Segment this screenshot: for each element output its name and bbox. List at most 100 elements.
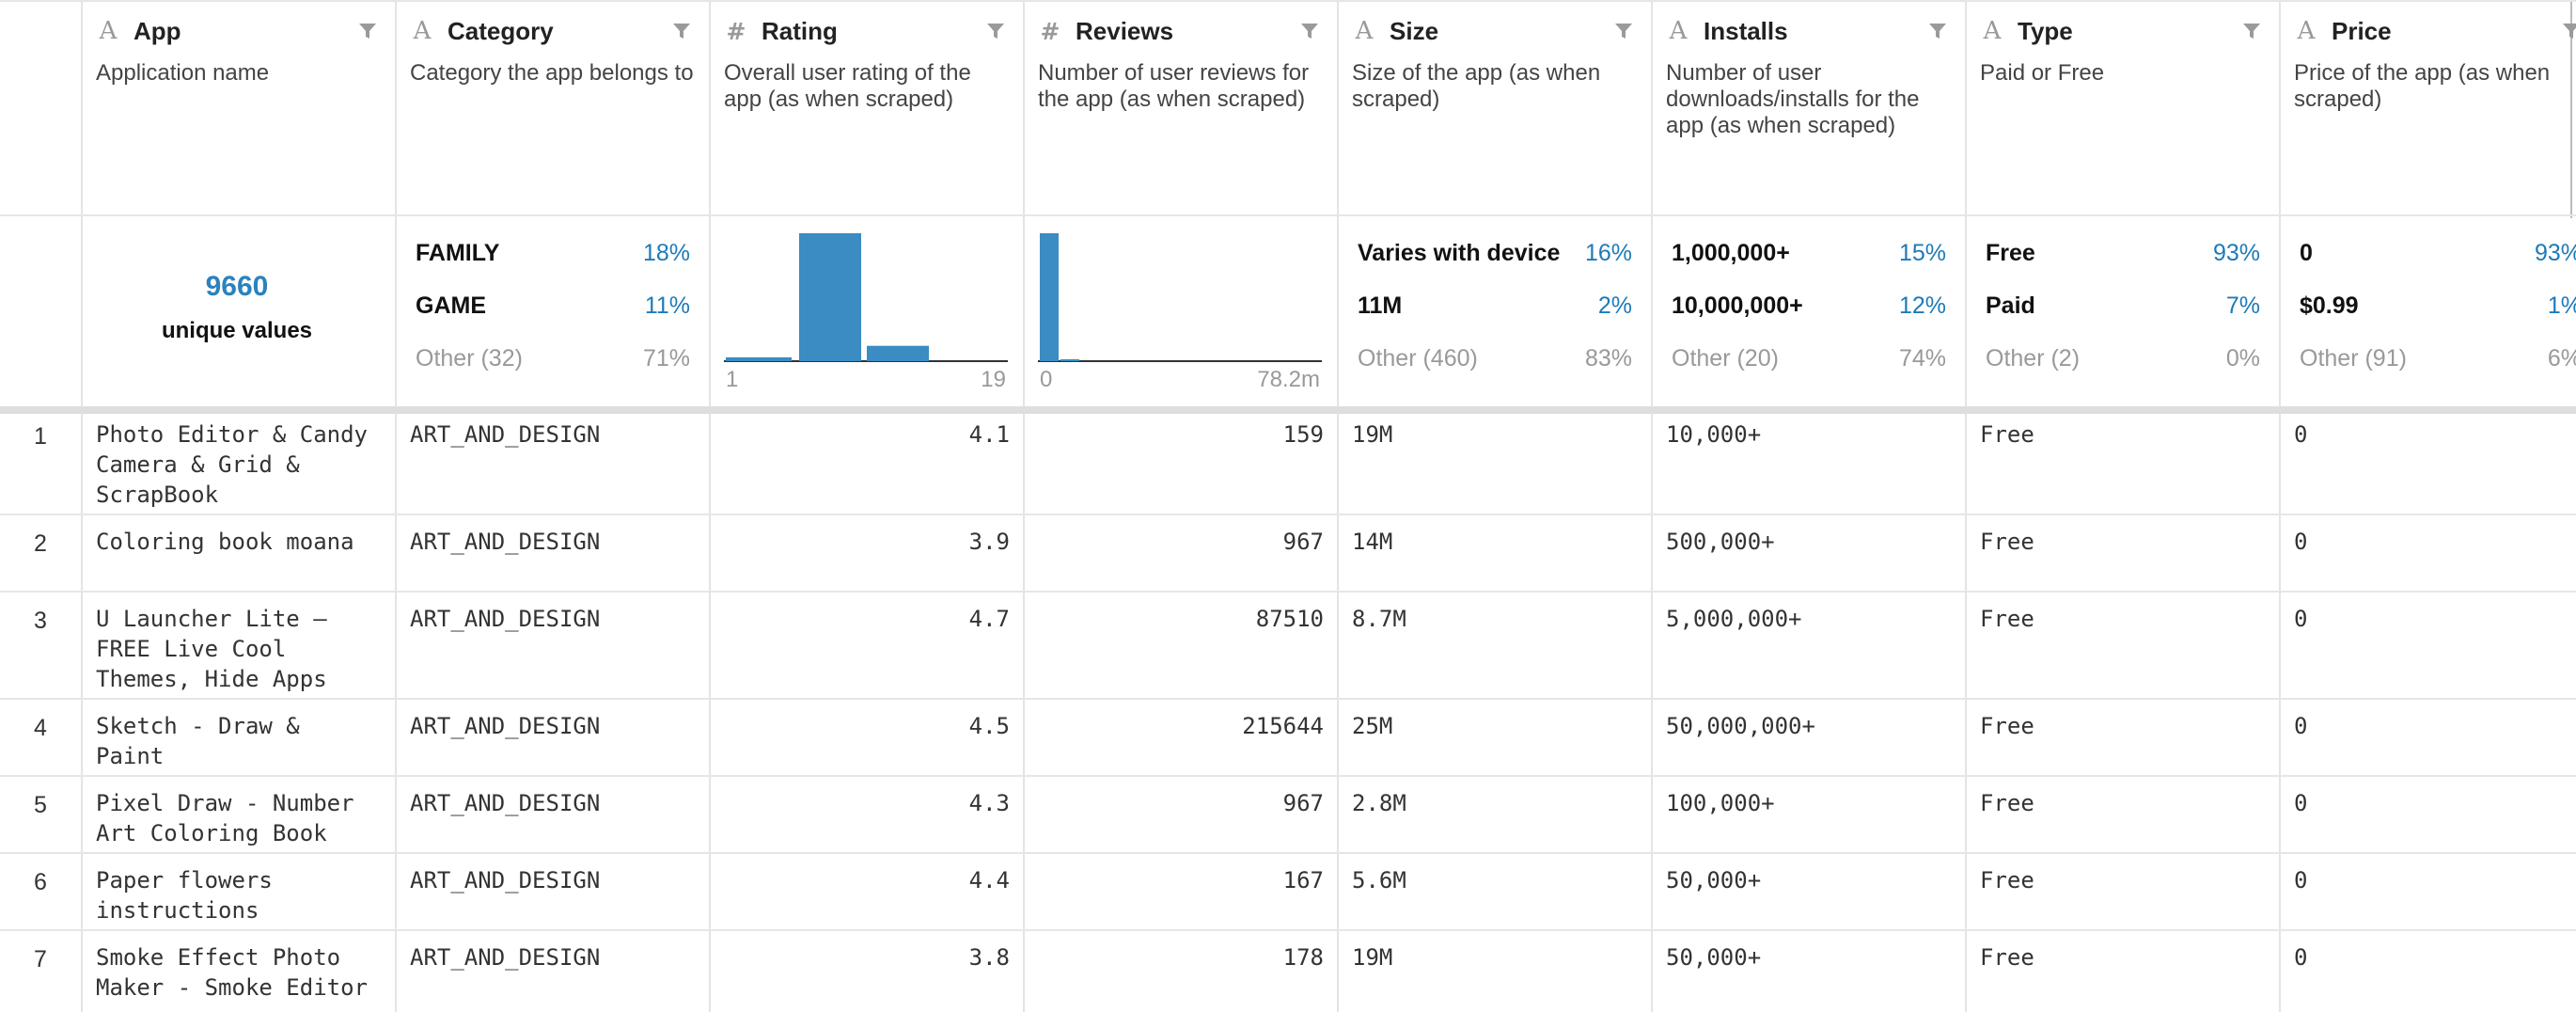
column-header-app[interactable]: A App — [96, 15, 181, 47]
cell-category[interactable]: ART_AND_DESIGN — [410, 527, 696, 557]
column-header-category[interactable]: A Category — [410, 15, 554, 47]
filter-icon[interactable] — [2561, 21, 2576, 41]
cell-reviews[interactable]: 967 — [1038, 527, 1324, 557]
cell-size[interactable]: 2.8M — [1352, 788, 1638, 818]
cell-price[interactable]: 0 — [2294, 788, 2576, 818]
cell-installs[interactable]: 5,000,000+ — [1666, 604, 1952, 634]
column-header-price[interactable]: A Price — [2294, 15, 2392, 47]
price-summary-item[interactable]: $0.99 1% — [2300, 292, 2576, 320]
text-type-icon: A — [1983, 17, 2002, 45]
cell-rating[interactable]: 4.1 — [724, 419, 1010, 450]
cell-type[interactable]: Free — [1980, 788, 2266, 818]
cell-size[interactable]: 5.6M — [1352, 865, 1638, 895]
row-number: 7 — [34, 946, 47, 972]
cell-app[interactable]: Paper flowers instructions — [96, 865, 369, 925]
column-name: Price — [2332, 16, 2392, 45]
cell-type[interactable]: Free — [1980, 527, 2266, 557]
cell-rating[interactable]: 4.4 — [724, 865, 1010, 895]
category-summary-item[interactable]: FAMILY 18% — [416, 239, 690, 267]
cell-price[interactable]: 0 — [2294, 865, 2576, 895]
cell-reviews[interactable]: 167 — [1038, 865, 1324, 895]
rating-histogram[interactable] — [724, 226, 1008, 367]
price-summary-item[interactable]: 0 93% — [2300, 239, 2576, 267]
type-summary-item[interactable]: Paid 7% — [1986, 292, 2260, 320]
column-header-installs[interactable]: A Installs — [1666, 15, 1788, 47]
cell-type[interactable]: Free — [1980, 604, 2266, 634]
cell-installs[interactable]: 100,000+ — [1666, 788, 1952, 818]
cell-app[interactable]: Smoke Effect Photo Maker - Smoke Editor — [96, 942, 369, 1003]
cell-category[interactable]: ART_AND_DESIGN — [410, 942, 696, 972]
column-header-rating[interactable]: # Rating — [724, 15, 838, 47]
cell-type[interactable]: Free — [1980, 865, 2266, 895]
filter-icon[interactable] — [1299, 21, 1320, 41]
type-summary-item[interactable]: Free 93% — [1986, 239, 2260, 267]
cell-reviews[interactable]: 87510 — [1038, 604, 1324, 634]
cell-price[interactable]: 0 — [2294, 527, 2576, 557]
cell-size[interactable]: 19M — [1352, 419, 1638, 450]
size-summary-item[interactable]: Varies with device 16% — [1358, 239, 1632, 267]
cell-reviews[interactable]: 967 — [1038, 788, 1324, 818]
cell-app[interactable]: Photo Editor & Candy Camera & Grid & Scr… — [96, 419, 369, 510]
cell-app[interactable]: Sketch - Draw & Paint — [96, 711, 369, 771]
summary-key: Other (460) — [1358, 344, 1478, 372]
cell-rating[interactable]: 4.5 — [724, 711, 1010, 741]
installs-summary-item[interactable]: 1,000,000+ 15% — [1672, 239, 1946, 267]
cell-installs[interactable]: 50,000,000+ — [1666, 711, 1952, 741]
reviews-histogram[interactable] — [1038, 226, 1322, 367]
cell-price[interactable]: 0 — [2294, 604, 2576, 634]
cell-reviews[interactable]: 178 — [1038, 942, 1324, 972]
cell-app[interactable]: Pixel Draw - Number Art Coloring Book — [96, 788, 369, 848]
cell-price[interactable]: 0 — [2294, 942, 2576, 972]
cell-reviews[interactable]: 159 — [1038, 419, 1324, 450]
cell-price[interactable]: 0 — [2294, 711, 2576, 741]
cell-app[interactable]: Coloring book moana — [96, 527, 369, 557]
column-divider — [81, 0, 83, 1012]
cell-category[interactable]: ART_AND_DESIGN — [410, 865, 696, 895]
cell-category[interactable]: ART_AND_DESIGN — [410, 419, 696, 450]
numeric-type-icon: # — [1040, 17, 1060, 45]
cell-installs[interactable]: 500,000+ — [1666, 527, 1952, 557]
filter-icon[interactable] — [2241, 21, 2262, 41]
cell-category[interactable]: ART_AND_DESIGN — [410, 604, 696, 634]
column-header-reviews[interactable]: # Reviews — [1038, 15, 1174, 47]
category-summary-item[interactable]: Other (32) 71% — [416, 344, 690, 372]
size-summary-item[interactable]: 11M 2% — [1358, 292, 1632, 320]
cell-type[interactable]: Free — [1980, 711, 2266, 741]
installs-summary-item[interactable]: Other (20) 74% — [1672, 344, 1946, 372]
column-header-size[interactable]: A Size — [1352, 15, 1438, 47]
cell-installs[interactable]: 50,000+ — [1666, 942, 1952, 972]
cell-rating[interactable]: 4.7 — [724, 604, 1010, 634]
cell-size[interactable]: 25M — [1352, 711, 1638, 741]
type-summary-item[interactable]: Other (2) 0% — [1986, 344, 2260, 372]
cell-rating[interactable]: 3.9 — [724, 527, 1010, 557]
cell-category[interactable]: ART_AND_DESIGN — [410, 711, 696, 741]
filter-icon[interactable] — [1613, 21, 1634, 41]
cell-size[interactable]: 8.7M — [1352, 604, 1638, 634]
cell-price[interactable]: 0 — [2294, 419, 2576, 450]
cell-type[interactable]: Free — [1980, 942, 2266, 972]
cell-size[interactable]: 19M — [1352, 942, 1638, 972]
installs-summary-item[interactable]: 10,000,000+ 12% — [1672, 292, 1946, 320]
category-summary-item[interactable]: GAME 11% — [416, 292, 690, 320]
size-summary-item[interactable]: Other (460) 83% — [1358, 344, 1632, 372]
filter-icon[interactable] — [1927, 21, 1948, 41]
cell-size[interactable]: 14M — [1352, 527, 1638, 557]
row-number: 2 — [34, 530, 47, 557]
cell-installs[interactable]: 50,000+ — [1666, 865, 1952, 895]
cell-installs[interactable]: 10,000+ — [1666, 419, 1952, 450]
cell-app[interactable]: U Launcher Lite – FREE Live Cool Themes,… — [96, 604, 369, 694]
price-summary-item[interactable]: Other (91) 6% — [2300, 344, 2576, 372]
cell-reviews[interactable]: 215644 — [1038, 711, 1324, 741]
column-header-type[interactable]: A Type — [1980, 15, 2073, 47]
filter-icon[interactable] — [357, 21, 378, 41]
filter-icon[interactable] — [671, 21, 692, 41]
summary-percent: 15% — [1898, 239, 1946, 266]
column-name: Size — [1390, 16, 1439, 45]
cell-rating[interactable]: 3.8 — [724, 942, 1010, 972]
cell-type[interactable]: Free — [1980, 419, 2266, 450]
filter-icon[interactable] — [985, 21, 1006, 41]
summary-percent: 0% — [2225, 344, 2260, 372]
cell-category[interactable]: ART_AND_DESIGN — [410, 788, 696, 818]
cell-rating[interactable]: 4.3 — [724, 788, 1010, 818]
summary-key: 0 — [2300, 239, 2313, 266]
